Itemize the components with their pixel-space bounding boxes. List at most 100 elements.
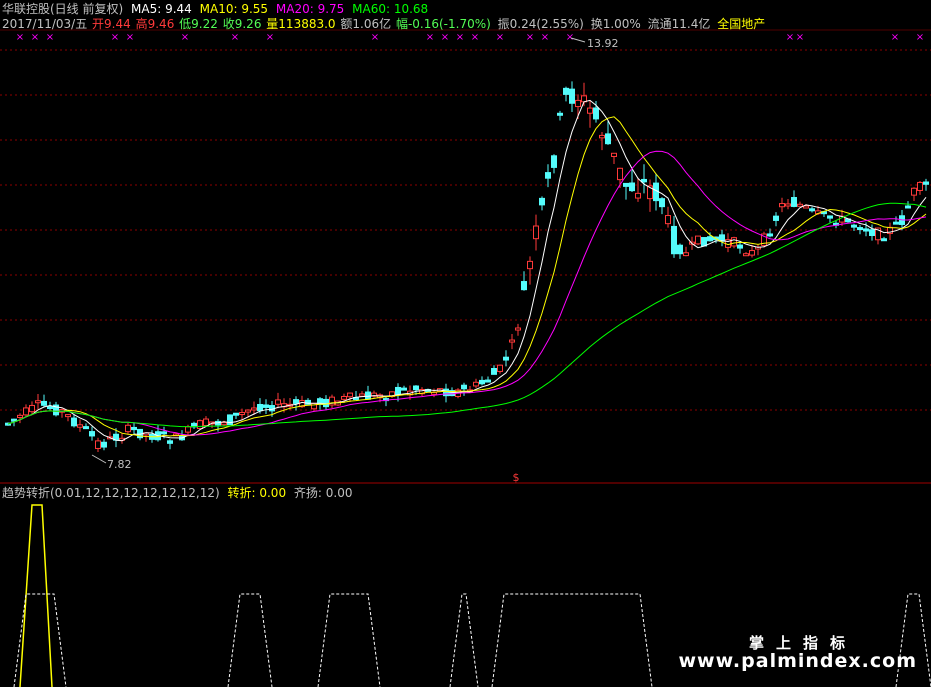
quote-low: 低9.22 — [179, 17, 218, 31]
candle-up — [359, 393, 365, 397]
candle-up — [731, 237, 737, 247]
candle-down — [71, 417, 77, 427]
indicator-turn: 转折: 0.00 — [227, 486, 287, 500]
marker-x-icon: × — [111, 32, 119, 43]
candle-down — [263, 404, 269, 408]
quote-amount: 额1.06亿 — [340, 17, 392, 31]
candle-down — [641, 178, 647, 183]
ma5-value: MA5: 9.44 — [131, 2, 192, 16]
candle-down — [809, 208, 815, 212]
marker-x-icon: × — [471, 32, 479, 43]
candle-up — [341, 396, 347, 400]
candle-down — [461, 384, 467, 390]
candle-down — [167, 440, 173, 444]
rise-signal-line — [491, 593, 653, 687]
candle-up — [245, 409, 251, 413]
candle-down — [485, 379, 491, 383]
marker-x-icon: × — [891, 32, 899, 43]
candle-down — [881, 238, 887, 242]
candle-down — [767, 233, 773, 237]
quote-turnover: 换1.00% — [590, 17, 641, 31]
candle-down — [893, 221, 899, 225]
candle-up — [77, 424, 83, 428]
candle-down — [233, 412, 239, 416]
marker-x-icon: × — [31, 32, 39, 43]
candle-up — [611, 152, 617, 157]
candle-up — [803, 205, 809, 209]
marker-x-icon: × — [266, 32, 274, 43]
indicator-name[interactable]: 趋势转折(0.01,12,12,12,12,12,12,12) — [2, 486, 220, 500]
candle-down — [551, 155, 557, 168]
quote-sector[interactable]: 全国地产 — [717, 17, 765, 31]
candle-up — [509, 339, 515, 343]
ma60-value: MA60: 10.68 — [352, 2, 429, 16]
candle-up — [251, 407, 257, 411]
watermark-url: www.palmindex.com — [678, 650, 917, 672]
candle-down — [869, 229, 875, 236]
candle-down — [269, 405, 275, 412]
candle-down — [659, 198, 665, 208]
candle-down — [827, 215, 833, 219]
high-price-label: 13.92 — [587, 37, 619, 50]
candle-down — [131, 426, 137, 431]
marker-x-icon: × — [441, 32, 449, 43]
dollar-marker: $ — [513, 471, 520, 484]
candle-up — [599, 134, 605, 139]
price-chart[interactable]: × × × × × × × × × × × × × × × × × × × × ×13.927.82$ — [0, 0, 931, 687]
candle-down — [41, 400, 47, 406]
marker-x-icon: × — [231, 32, 239, 43]
quote-amplitude: 振0.24(2.55%) — [497, 17, 584, 31]
candle-down — [857, 227, 863, 231]
candle-up — [743, 253, 749, 257]
candle-down — [545, 172, 551, 179]
marker-x-icon: × — [786, 32, 794, 43]
low-pointer — [91, 454, 107, 464]
candle-up — [497, 364, 503, 372]
candle-up — [197, 420, 203, 429]
candle-up — [527, 260, 533, 270]
quote-close: 收9.26 — [222, 17, 262, 31]
marker-x-icon: × — [46, 32, 54, 43]
quote-header: 2017/11/03/五 开9.44 高9.46 低9.22 收9.26 量11… — [2, 16, 769, 32]
quote-open: 开9.44 — [92, 17, 131, 31]
candle-down — [593, 107, 599, 120]
candle-down — [443, 388, 449, 397]
candle-down — [293, 399, 299, 404]
candle-up — [515, 327, 521, 331]
candle-down — [707, 236, 713, 242]
ma20-line — [7, 150, 927, 436]
quote-date: 2017/11/03/五 — [2, 17, 88, 31]
candle-down — [737, 244, 743, 249]
candle-up — [695, 235, 701, 245]
candle-up — [749, 250, 755, 256]
marker-x-icon: × — [371, 32, 379, 43]
candle-down — [629, 182, 635, 192]
candle-down — [791, 197, 797, 207]
candle-up — [785, 203, 791, 207]
candle-down — [521, 281, 527, 291]
rise-signal-line — [317, 593, 381, 687]
quote-volume: 量113883.0 — [266, 17, 336, 31]
candle-down — [851, 224, 857, 228]
marker-x-icon: × — [181, 32, 189, 43]
candle-down — [47, 406, 53, 410]
marker-x-icon: × — [496, 32, 504, 43]
candle-up — [617, 167, 623, 181]
candle-up — [221, 422, 227, 426]
candle-down — [395, 386, 401, 396]
candle-down — [923, 181, 929, 185]
candle-up — [587, 107, 593, 114]
marker-x-icon: × — [566, 32, 574, 43]
candle-up — [917, 181, 923, 191]
candle-up — [683, 252, 689, 257]
candle-down — [323, 398, 329, 408]
candle-down — [773, 215, 779, 221]
quote-float: 流通11.4亿 — [647, 17, 711, 31]
candle-up — [29, 404, 35, 413]
candle-up — [203, 418, 209, 426]
candle-up — [275, 399, 281, 405]
stock-title: 华联控股(日线 前复权) — [2, 2, 124, 16]
rise-signal-line — [13, 593, 67, 687]
ma10-value: MA10: 9.55 — [199, 2, 269, 16]
candle-up — [95, 440, 101, 449]
